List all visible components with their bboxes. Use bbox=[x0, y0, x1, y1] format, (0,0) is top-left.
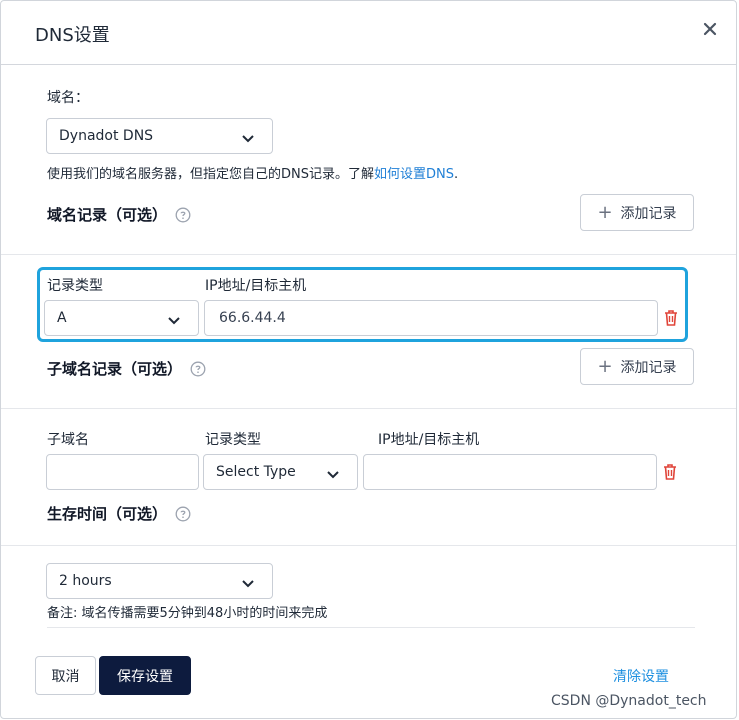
ttl-select[interactable]: 2 hours bbox=[46, 563, 273, 599]
domain-dns-select[interactable]: Dynadot DNS bbox=[46, 118, 273, 154]
dns-settings-dialog: DNS设置 域名： Dynadot DNS 使用我们的域名服务器，但指定您自己的… bbox=[0, 0, 737, 719]
plus-icon: + bbox=[597, 355, 613, 377]
ttl-title-text: 生存时间（可选） bbox=[47, 505, 168, 523]
dialog-header: DNS设置 bbox=[1, 1, 736, 65]
domain-records-title: 域名记录（可选） bbox=[47, 204, 191, 225]
subdomain-input[interactable] bbox=[46, 454, 199, 490]
chevron-down-icon bbox=[168, 313, 180, 329]
chevron-down-icon bbox=[242, 576, 254, 592]
ip-target-value: 66.6.44.4 bbox=[219, 310, 286, 326]
record-type-label: 记录类型 bbox=[47, 278, 103, 294]
subdomain-record-type-value: Select Type bbox=[216, 464, 296, 480]
domain-hint: 使用我们的域名服务器，但指定您自己的DNS记录。了解如何设置DNS. bbox=[47, 163, 458, 182]
subdomain-record-type-label: 记录类型 bbox=[205, 432, 261, 448]
chevron-down-icon bbox=[242, 131, 254, 147]
delete-subdomain-record-icon[interactable] bbox=[662, 463, 678, 481]
dialog-title: DNS设置 bbox=[35, 25, 110, 46]
record-type-select-value: A bbox=[57, 310, 67, 326]
delete-record-icon[interactable] bbox=[663, 309, 679, 327]
subdomain-records-title: 子域名记录（可选） bbox=[47, 358, 206, 379]
subdomain-label: 子域名 bbox=[47, 432, 89, 448]
add-domain-record-label: 添加记录 bbox=[620, 205, 677, 222]
clear-settings-link[interactable]: 清除设置 bbox=[613, 666, 669, 686]
close-icon[interactable] bbox=[702, 21, 722, 41]
domain-hint-text: 使用我们的域名服务器，但指定您自己的DNS记录。了解 bbox=[47, 167, 374, 182]
section-divider bbox=[1, 408, 736, 409]
subdomain-ip-target-label: IP地址/目标主机 bbox=[378, 432, 480, 448]
footer-divider bbox=[47, 627, 695, 628]
help-icon[interactable] bbox=[175, 506, 191, 522]
help-icon[interactable] bbox=[175, 207, 191, 223]
save-settings-button[interactable]: 保存设置 bbox=[99, 656, 191, 695]
help-icon[interactable] bbox=[190, 361, 206, 377]
add-subdomain-record-button[interactable]: + 添加记录 bbox=[580, 348, 694, 385]
ip-target-label: IP地址/目标主机 bbox=[205, 278, 307, 294]
subdomain-record-type-select[interactable]: Select Type bbox=[203, 454, 358, 490]
section-divider bbox=[1, 254, 736, 255]
ttl-select-value: 2 hours bbox=[59, 573, 112, 589]
ttl-title: 生存时间（可选） bbox=[47, 503, 191, 524]
how-to-setup-dns-link[interactable]: 如何设置DNS bbox=[374, 167, 454, 182]
chevron-down-icon bbox=[327, 467, 339, 483]
section-divider bbox=[1, 545, 736, 546]
domain-hint-suffix: . bbox=[454, 167, 459, 182]
ip-target-input[interactable]: 66.6.44.4 bbox=[204, 300, 658, 336]
subdomain-ip-target-input[interactable] bbox=[363, 454, 657, 490]
watermark: CSDN @Dynadot_tech bbox=[551, 693, 707, 709]
add-subdomain-record-label: 添加记录 bbox=[620, 359, 677, 376]
cancel-button[interactable]: 取消 bbox=[35, 656, 96, 695]
record-type-select[interactable]: A bbox=[44, 300, 199, 336]
ttl-note: 备注: 域名传播需要5分钟到48小时的时间来完成 bbox=[47, 606, 328, 621]
subdomain-records-title-text: 子域名记录（可选） bbox=[47, 360, 183, 378]
domain-label: 域名： bbox=[47, 90, 89, 106]
domain-dns-select-value: Dynadot DNS bbox=[59, 128, 154, 144]
domain-records-title-text: 域名记录（可选） bbox=[47, 206, 168, 224]
plus-icon: + bbox=[597, 201, 613, 223]
add-domain-record-button[interactable]: + 添加记录 bbox=[580, 194, 694, 231]
